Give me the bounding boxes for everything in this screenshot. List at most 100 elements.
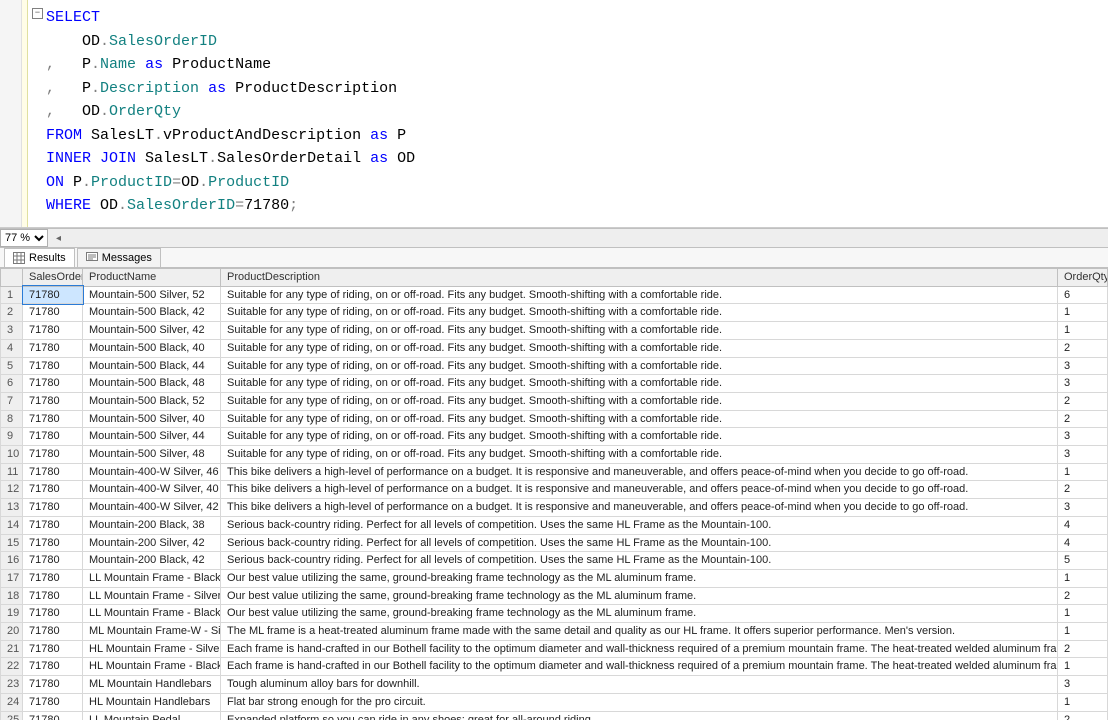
table-row[interactable]: 1371780Mountain-400-W Silver, 42This bik…: [1, 499, 1108, 517]
cell-productdescription[interactable]: This bike delivers a high-level of perfo…: [221, 499, 1058, 517]
cell-orderqty[interactable]: 2: [1058, 410, 1108, 428]
tab-results[interactable]: Results: [4, 248, 75, 267]
col-header-productdescription[interactable]: ProductDescription: [221, 269, 1058, 287]
cell-productdescription[interactable]: Suitable for any type of riding, on or o…: [221, 339, 1058, 357]
table-row[interactable]: 1071780Mountain-500 Silver, 48Suitable f…: [1, 446, 1108, 464]
table-row[interactable]: 1571780Mountain-200 Silver, 42Serious ba…: [1, 534, 1108, 552]
results-grid-wrapper[interactable]: SalesOrderID ProductName ProductDescript…: [0, 268, 1108, 720]
table-row[interactable]: 2171780HL Mountain Frame - Silver, 38Eac…: [1, 640, 1108, 658]
cell-salesorderid[interactable]: 71780: [23, 481, 83, 499]
table-row[interactable]: 1171780Mountain-400-W Silver, 46This bik…: [1, 463, 1108, 481]
cell-salesorderid[interactable]: 71780: [23, 392, 83, 410]
cell-productname[interactable]: ML Mountain Handlebars: [83, 676, 221, 694]
cell-salesorderid[interactable]: 71780: [23, 375, 83, 393]
cell-orderqty[interactable]: 1: [1058, 605, 1108, 623]
cell-salesorderid[interactable]: 71780: [23, 463, 83, 481]
cell-productname[interactable]: Mountain-200 Black, 38: [83, 516, 221, 534]
cell-orderqty[interactable]: 1: [1058, 304, 1108, 322]
cell-productname[interactable]: LL Mountain Pedal: [83, 711, 221, 720]
row-header[interactable]: 5: [1, 357, 23, 375]
corner-cell[interactable]: [1, 269, 23, 287]
row-header[interactable]: 11: [1, 463, 23, 481]
cell-productdescription[interactable]: This bike delivers a high-level of perfo…: [221, 463, 1058, 481]
cell-productdescription[interactable]: Suitable for any type of riding, on or o…: [221, 286, 1058, 304]
cell-orderqty[interactable]: 1: [1058, 463, 1108, 481]
cell-productname[interactable]: Mountain-400-W Silver, 46: [83, 463, 221, 481]
cell-productname[interactable]: Mountain-200 Silver, 42: [83, 534, 221, 552]
cell-productname[interactable]: Mountain-500 Black, 52: [83, 392, 221, 410]
table-row[interactable]: 1671780Mountain-200 Black, 42Serious bac…: [1, 552, 1108, 570]
cell-salesorderid[interactable]: 71780: [23, 446, 83, 464]
row-header[interactable]: 4: [1, 339, 23, 357]
cell-productname[interactable]: Mountain-500 Silver, 52: [83, 286, 221, 304]
cell-salesorderid[interactable]: 71780: [23, 339, 83, 357]
cell-orderqty[interactable]: 3: [1058, 357, 1108, 375]
cell-productname[interactable]: HL Mountain Frame - Black, 42: [83, 658, 221, 676]
cell-productname[interactable]: ML Mountain Frame-W - Silver, 42: [83, 623, 221, 641]
cell-productname[interactable]: LL Mountain Frame - Black, 44: [83, 605, 221, 623]
cell-productdescription[interactable]: Suitable for any type of riding, on or o…: [221, 428, 1058, 446]
cell-orderqty[interactable]: 3: [1058, 676, 1108, 694]
cell-productdescription[interactable]: Suitable for any type of riding, on or o…: [221, 357, 1058, 375]
cell-productdescription[interactable]: Our best value utilizing the same, groun…: [221, 569, 1058, 587]
table-row[interactable]: 1771780LL Mountain Frame - Black, 48Our …: [1, 569, 1108, 587]
cell-salesorderid[interactable]: 71780: [23, 552, 83, 570]
row-header[interactable]: 13: [1, 499, 23, 517]
table-row[interactable]: 2471780HL Mountain HandlebarsFlat bar st…: [1, 693, 1108, 711]
cell-productdescription[interactable]: Suitable for any type of riding, on or o…: [221, 322, 1058, 340]
cell-productdescription[interactable]: Our best value utilizing the same, groun…: [221, 587, 1058, 605]
table-row[interactable]: 1471780Mountain-200 Black, 38Serious bac…: [1, 516, 1108, 534]
cell-productdescription[interactable]: Suitable for any type of riding, on or o…: [221, 446, 1058, 464]
cell-productdescription[interactable]: Suitable for any type of riding, on or o…: [221, 304, 1058, 322]
cell-salesorderid[interactable]: 71780: [23, 605, 83, 623]
cell-productname[interactable]: LL Mountain Frame - Black, 48: [83, 569, 221, 587]
cell-orderqty[interactable]: 1: [1058, 569, 1108, 587]
cell-productdescription[interactable]: Our best value utilizing the same, groun…: [221, 605, 1058, 623]
table-row[interactable]: 1971780LL Mountain Frame - Black, 44Our …: [1, 605, 1108, 623]
table-row[interactable]: 571780Mountain-500 Black, 44Suitable for…: [1, 357, 1108, 375]
table-row[interactable]: 371780Mountain-500 Silver, 42Suitable fo…: [1, 322, 1108, 340]
table-row[interactable]: 2271780HL Mountain Frame - Black, 42Each…: [1, 658, 1108, 676]
table-row[interactable]: 471780Mountain-500 Black, 40Suitable for…: [1, 339, 1108, 357]
table-row[interactable]: 2571780LL Mountain PedalExpanded platfor…: [1, 711, 1108, 720]
row-header[interactable]: 2: [1, 304, 23, 322]
row-header[interactable]: 16: [1, 552, 23, 570]
cell-productname[interactable]: Mountain-500 Black, 40: [83, 339, 221, 357]
cell-productname[interactable]: Mountain-500 Silver, 44: [83, 428, 221, 446]
cell-salesorderid[interactable]: 71780: [23, 711, 83, 720]
cell-salesorderid[interactable]: 71780: [23, 428, 83, 446]
row-header[interactable]: 25: [1, 711, 23, 720]
table-row[interactable]: 1271780Mountain-400-W Silver, 40This bik…: [1, 481, 1108, 499]
cell-productdescription[interactable]: Suitable for any type of riding, on or o…: [221, 410, 1058, 428]
table-row[interactable]: 171780Mountain-500 Silver, 52Suitable fo…: [1, 286, 1108, 304]
cell-productname[interactable]: Mountain-500 Black, 48: [83, 375, 221, 393]
cell-orderqty[interactable]: 2: [1058, 339, 1108, 357]
cell-orderqty[interactable]: 1: [1058, 693, 1108, 711]
cell-orderqty[interactable]: 5: [1058, 552, 1108, 570]
row-header[interactable]: 1: [1, 286, 23, 304]
cell-orderqty[interactable]: 6: [1058, 286, 1108, 304]
cell-productdescription[interactable]: Tough aluminum alloy bars for downhill.: [221, 676, 1058, 694]
cell-orderqty[interactable]: 4: [1058, 534, 1108, 552]
col-header-orderqty[interactable]: OrderQty: [1058, 269, 1108, 287]
cell-productdescription[interactable]: This bike delivers a high-level of perfo…: [221, 481, 1058, 499]
cell-salesorderid[interactable]: 71780: [23, 569, 83, 587]
row-header[interactable]: 12: [1, 481, 23, 499]
cell-orderqty[interactable]: 2: [1058, 711, 1108, 720]
cell-productdescription[interactable]: Suitable for any type of riding, on or o…: [221, 375, 1058, 393]
results-grid[interactable]: SalesOrderID ProductName ProductDescript…: [0, 268, 1108, 720]
sql-editor[interactable]: − SELECT OD.SalesOrderID, P.Name as Prod…: [0, 0, 1108, 228]
cell-salesorderid[interactable]: 71780: [23, 286, 83, 304]
cell-orderqty[interactable]: 3: [1058, 428, 1108, 446]
row-header[interactable]: 17: [1, 569, 23, 587]
table-row[interactable]: 2071780ML Mountain Frame-W - Silver, 42T…: [1, 623, 1108, 641]
row-header[interactable]: 23: [1, 676, 23, 694]
cell-salesorderid[interactable]: 71780: [23, 587, 83, 605]
table-row[interactable]: 271780Mountain-500 Black, 42Suitable for…: [1, 304, 1108, 322]
cell-productname[interactable]: HL Mountain Frame - Silver, 38: [83, 640, 221, 658]
row-header[interactable]: 24: [1, 693, 23, 711]
row-header[interactable]: 22: [1, 658, 23, 676]
zoom-select[interactable]: 77 %: [0, 229, 48, 247]
row-header[interactable]: 10: [1, 446, 23, 464]
cell-orderqty[interactable]: 2: [1058, 392, 1108, 410]
